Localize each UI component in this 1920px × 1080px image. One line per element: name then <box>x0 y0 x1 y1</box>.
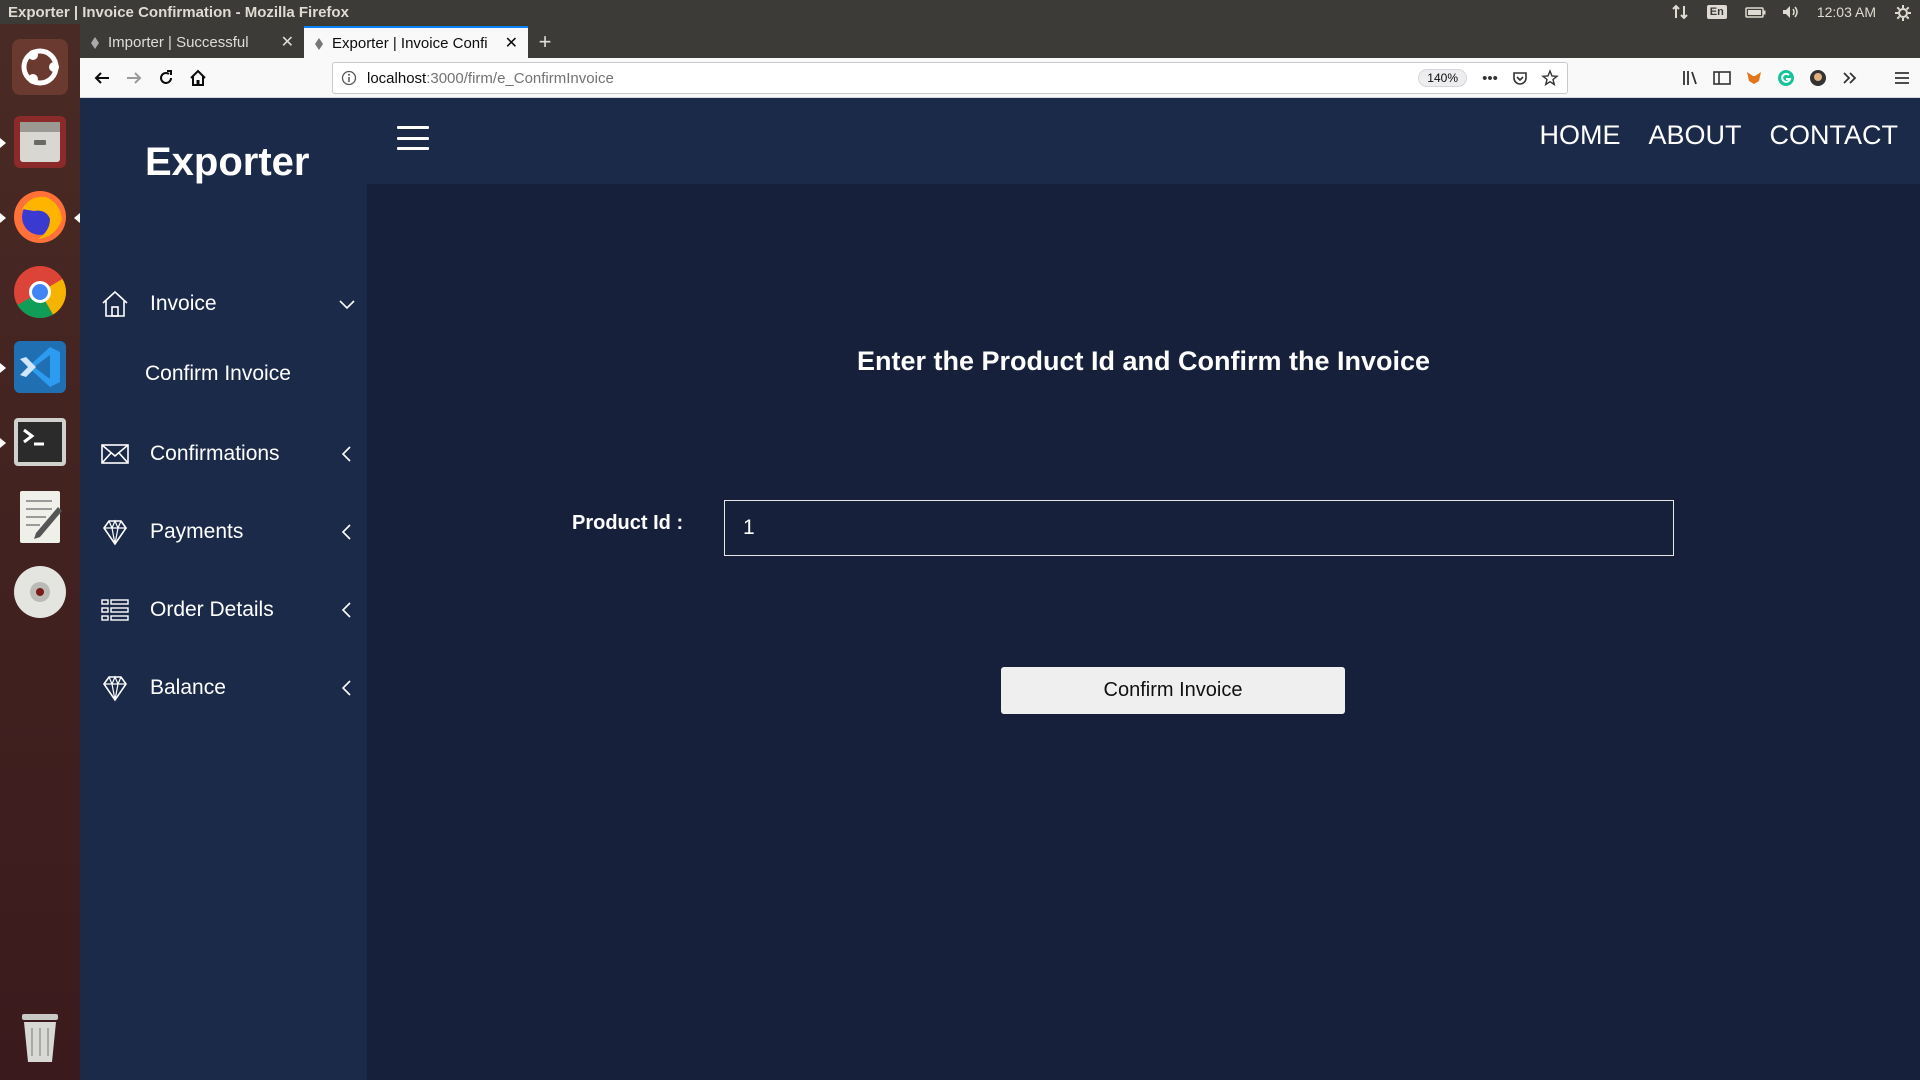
sidebar-item-invoice[interactable]: Invoice <box>100 282 357 326</box>
settings-gear-icon[interactable] <box>1894 4 1912 21</box>
vscode-app-icon[interactable] <box>0 333 74 401</box>
sidebar-subitem-confirm-invoice[interactable]: Confirm Invoice <box>145 362 291 386</box>
tab-close-icon[interactable]: ✕ <box>281 32 294 52</box>
pocket-icon[interactable] <box>1511 69 1529 87</box>
files-app-icon[interactable] <box>0 108 74 176</box>
top-navigation: HOME ABOUT CONTACT <box>1539 120 1898 151</box>
disc-app-icon[interactable] <box>6 558 74 626</box>
tab-title: Exporter | Invoice Confi <box>332 34 488 52</box>
overflow-chevrons-icon[interactable] <box>1840 68 1860 88</box>
ubuntu-launcher <box>0 24 80 1080</box>
new-tab-plus-icon[interactable]: + <box>528 26 562 58</box>
os-top-panel: Exporter | Invoice Confirmation - Mozill… <box>0 0 1920 24</box>
terminal-app-icon[interactable] <box>0 408 74 476</box>
url-path: :3000/firm/e_ConfirmInvoice <box>426 69 614 87</box>
confirm-invoice-button[interactable]: Confirm Invoice <box>1001 667 1345 714</box>
chevron-left-icon <box>337 522 357 542</box>
diamond-icon <box>100 517 130 547</box>
library-icon[interactable] <box>1680 68 1700 88</box>
tab-close-icon[interactable]: ✕ <box>505 33 518 53</box>
chevron-left-icon <box>337 444 357 464</box>
sidebar-item-payments[interactable]: Payments <box>100 510 357 554</box>
trash-icon[interactable] <box>6 1002 74 1070</box>
nav-link-contact[interactable]: CONTACT <box>1770 120 1899 151</box>
chrome-app-icon[interactable] <box>6 258 74 326</box>
sidebar-item-balance[interactable]: Balance <box>100 666 357 710</box>
metamask-extension-icon[interactable] <box>1744 68 1764 88</box>
page-actions: ••• <box>1481 69 1559 87</box>
firefox-app-icon[interactable] <box>0 183 80 251</box>
list-icon <box>100 595 130 625</box>
address-bar[interactable]: localhost :3000/firm/e_ConfirmInvoice 14… <box>332 62 1568 94</box>
app-header: HOME ABOUT CONTACT <box>367 98 1920 184</box>
sidebar-item-label: Confirmations <box>150 442 280 465</box>
web-page: Exporter Invoice Confirm Invoice Confirm… <box>80 98 1920 1080</box>
app-sidebar: Exporter Invoice Confirm Invoice Confirm… <box>80 98 367 1080</box>
forward-arrow-icon[interactable] <box>118 62 150 94</box>
url-host: localhost <box>367 69 427 87</box>
home-outline-icon <box>100 289 130 319</box>
sidebar-item-label: Payments <box>150 520 244 543</box>
more-actions-icon[interactable]: ••• <box>1481 69 1499 87</box>
nav-link-home[interactable]: HOME <box>1539 120 1620 151</box>
reload-icon[interactable] <box>150 62 182 94</box>
envelope-icon <box>100 439 130 469</box>
browser-navigation-bar: localhost :3000/firm/e_ConfirmInvoice 14… <box>80 58 1920 98</box>
favicon-icon <box>90 36 100 49</box>
sidebar-toggle-icon[interactable] <box>1712 68 1732 88</box>
nav-link-about[interactable]: ABOUT <box>1648 120 1741 151</box>
chevron-left-icon <box>337 678 357 698</box>
product-id-input[interactable] <box>724 500 1674 556</box>
ubuntu-dash-icon[interactable] <box>6 33 74 101</box>
sidebar-item-label: Balance <box>150 676 226 699</box>
keyboard-language-indicator[interactable]: En <box>1706 5 1727 19</box>
chevron-down-icon <box>337 294 357 314</box>
window-title: Exporter | Invoice Confirmation - Mozill… <box>8 3 349 21</box>
site-info-icon[interactable] <box>341 70 357 86</box>
product-id-label: Product Id : <box>572 512 684 534</box>
sidebar-item-order-details[interactable]: Order Details <box>100 588 357 632</box>
chevron-left-icon <box>337 600 357 620</box>
text-editor-app-icon[interactable] <box>6 483 74 551</box>
diamond-icon <box>100 673 130 703</box>
tab-title: Importer | Successful <box>108 33 249 51</box>
tab-importer-successful[interactable]: Importer | Successful ✕ <box>80 26 304 58</box>
page-title: Enter the Product Id and Confirm the Inv… <box>856 346 1431 376</box>
browser-menu-icon[interactable] <box>1892 68 1912 88</box>
home-icon[interactable] <box>182 62 214 94</box>
sidebar-item-confirmations[interactable]: Confirmations <box>100 432 357 476</box>
clock[interactable]: 12:03 AM <box>1817 4 1876 20</box>
hamburger-menu-icon[interactable] <box>397 126 429 150</box>
grammarly-extension-icon[interactable] <box>1776 68 1796 88</box>
toolbar-right <box>1680 62 1912 94</box>
brand-title[interactable]: Exporter <box>145 140 310 185</box>
network-icon[interactable] <box>1671 4 1689 20</box>
favicon-icon <box>314 37 324 50</box>
zoom-level-badge[interactable]: 140% <box>1418 69 1467 87</box>
sidebar-item-label: Order Details <box>150 598 274 621</box>
sidebar-item-label: Invoice <box>150 292 217 315</box>
profile-extension-icon[interactable] <box>1808 68 1828 88</box>
back-arrow-icon[interactable] <box>86 62 118 94</box>
browser-tab-strip: Importer | Successful ✕ Exporter | Invoi… <box>80 24 1920 58</box>
battery-icon[interactable] <box>1745 4 1766 20</box>
bookmark-star-icon[interactable] <box>1541 69 1559 87</box>
volume-icon[interactable] <box>1781 4 1799 20</box>
tab-exporter-invoice[interactable]: Exporter | Invoice Confi ✕ <box>304 26 528 58</box>
system-tray: En 12:03 AM <box>1671 4 1912 21</box>
